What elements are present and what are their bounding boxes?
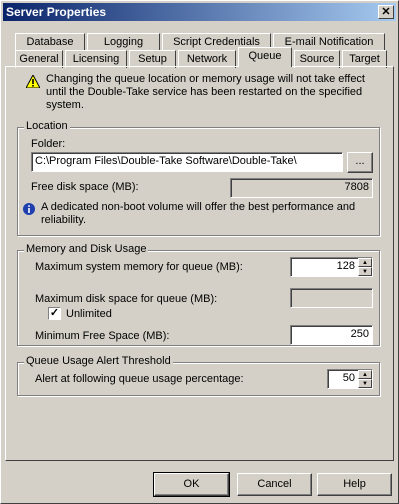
min-free-value: 250	[350, 328, 369, 340]
folder-field[interactable]: C:\Program Files\Double-Take Software\Do…	[31, 152, 343, 172]
location-legend: Location	[24, 120, 70, 133]
free-disk-label: Free disk space (MB):	[31, 181, 139, 193]
info-icon	[23, 203, 35, 215]
max-memory-label: Maximum system memory for queue (MB):	[35, 261, 243, 273]
memory-group: Memory and Disk Usage Maximum system mem…	[17, 243, 380, 346]
min-free-field[interactable]: 250	[290, 325, 373, 345]
unlimited-checkbox[interactable]: ✓	[48, 307, 61, 320]
spin-down-icon[interactable]: ▼	[358, 267, 372, 276]
alert-legend: Queue Usage Alert Threshold	[24, 355, 173, 368]
free-disk-value: 7808	[344, 181, 369, 193]
min-free-label: Minimum Free Space (MB):	[35, 330, 170, 342]
alert-spinbox[interactable]: 50 ▲ ▼	[327, 369, 373, 389]
queue-panel: Changing the queue location or memory us…	[5, 66, 394, 461]
max-disk-label: Maximum disk space for queue (MB):	[35, 293, 218, 305]
spin-down-icon[interactable]: ▼	[358, 379, 372, 388]
free-disk-field: 7808	[230, 178, 373, 198]
max-memory-value: 128	[336, 260, 355, 272]
max-memory-spinbox[interactable]: 128 ▲ ▼	[290, 257, 373, 277]
memory-legend: Memory and Disk Usage	[24, 243, 149, 256]
location-group: Location Folder: C:\Program Files\Double…	[17, 120, 380, 236]
info-text: A dedicated non-boot volume will offer t…	[41, 201, 356, 226]
unlimited-label[interactable]: Unlimited	[66, 308, 112, 320]
close-button[interactable]: ✕	[378, 5, 394, 19]
alert-label: Alert at following queue usage percentag…	[35, 373, 244, 385]
warning-icon	[26, 75, 40, 88]
alert-spinner[interactable]: ▲ ▼	[358, 370, 372, 388]
spin-up-icon[interactable]: ▲	[358, 370, 372, 379]
folder-label: Folder:	[31, 138, 66, 150]
title-bar: Server Properties ✕	[3, 3, 396, 21]
warning-text: Changing the queue location or memory us…	[46, 73, 365, 111]
cancel-button[interactable]: Cancel	[237, 473, 312, 496]
max-memory-spinner[interactable]: ▲ ▼	[358, 258, 372, 276]
close-icon: ✕	[381, 6, 391, 18]
browse-button[interactable]: ...	[347, 152, 373, 173]
window-title: Server Properties	[6, 5, 107, 19]
spin-up-icon[interactable]: ▲	[358, 258, 372, 267]
ok-button[interactable]: OK	[153, 472, 230, 497]
tab-queue[interactable]: Queue	[238, 47, 292, 67]
max-disk-field	[290, 288, 373, 308]
folder-value: C:\Program Files\Double-Take Software\Do…	[35, 155, 297, 167]
alert-group: Queue Usage Alert Threshold Alert at fol…	[17, 355, 380, 396]
tab-logging[interactable]: Logging	[87, 33, 160, 51]
server-properties-dialog: Server Properties ✕ Database Logging Scr…	[0, 0, 399, 504]
help-button[interactable]: Help	[317, 473, 392, 496]
tab-database[interactable]: Database	[15, 33, 85, 51]
alert-value: 50	[342, 372, 355, 384]
